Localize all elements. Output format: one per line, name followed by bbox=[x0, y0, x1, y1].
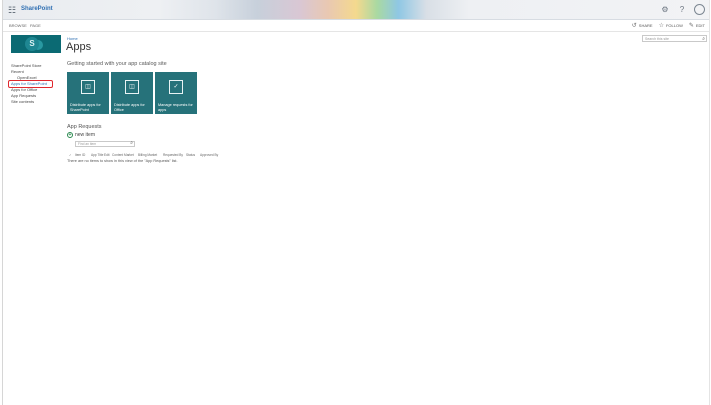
search-icon[interactable]: ⌕ bbox=[702, 36, 705, 42]
search-icon[interactable]: ⌕ bbox=[130, 141, 133, 146]
page-title: Apps bbox=[66, 41, 92, 53]
new-item-button[interactable]: + new item bbox=[67, 132, 95, 138]
waffle-icon[interactable]: ☷ bbox=[8, 5, 16, 16]
sharepoint-logo-icon: S bbox=[25, 37, 39, 51]
edit-icon: ✎ bbox=[688, 23, 694, 29]
clipboard-check-icon: ✓ bbox=[169, 80, 183, 94]
column-item-id[interactable]: Item ID bbox=[75, 153, 91, 157]
tab-page[interactable]: PAGE bbox=[30, 23, 41, 28]
left-nav: SharePoint Store Recent OpenExcel Apps f… bbox=[8, 63, 63, 105]
app-brand-link[interactable]: SharePoint bbox=[21, 6, 53, 12]
plus-icon: + bbox=[67, 132, 73, 138]
new-item-label: new item bbox=[75, 132, 96, 138]
office-app-icon: ◫ bbox=[125, 80, 139, 94]
avatar[interactable] bbox=[694, 4, 705, 15]
column-content-market[interactable]: Content Market bbox=[112, 153, 138, 157]
column-app-title[interactable]: App Title bbox=[91, 153, 104, 157]
site-logo[interactable]: S bbox=[11, 35, 61, 53]
nav-item-site-contents[interactable]: Site contents bbox=[11, 99, 63, 105]
column-billing-market[interactable]: Billing Market bbox=[138, 153, 163, 157]
follow-icon: ☆ bbox=[658, 23, 664, 29]
tile-label: Manage requests for apps bbox=[158, 103, 193, 112]
search-input[interactable]: Search this site ⌕ bbox=[642, 35, 707, 42]
gear-icon[interactable]: ⚙ bbox=[660, 5, 670, 14]
ribbon-actions: ↺ SHARE ☆ FOLLOW ✎ EDIT bbox=[632, 22, 705, 29]
help-icon[interactable]: ? bbox=[677, 5, 687, 14]
tile-distribute-office-apps[interactable]: ◫ Distribute apps for Office bbox=[111, 72, 153, 114]
share-button[interactable]: ↺ SHARE bbox=[632, 22, 653, 29]
find-item-input[interactable]: Find an item ⌕ bbox=[75, 141, 135, 147]
follow-button[interactable]: ☆ FOLLOW bbox=[659, 22, 683, 29]
follow-label: FOLLOW bbox=[665, 23, 683, 28]
getting-started-title: Getting started with your app catalog si… bbox=[67, 61, 167, 67]
column-edit[interactable]: Edit bbox=[104, 153, 112, 157]
sharepoint-app-icon: ◫ bbox=[81, 80, 95, 94]
tile-manage-requests[interactable]: ✓ Manage requests for apps bbox=[155, 72, 197, 114]
suite-bar-right: ⚙ ? bbox=[660, 4, 705, 15]
tile-label: Distribute apps for SharePoint bbox=[70, 103, 101, 112]
tile-distribute-sharepoint-apps[interactable]: ◫ Distribute apps for SharePoint bbox=[67, 72, 109, 114]
tile-label: Distribute apps for Office bbox=[114, 103, 145, 112]
edit-label: EDIT bbox=[695, 23, 705, 28]
tab-browse[interactable]: BROWSE bbox=[9, 23, 27, 28]
share-label: SHARE bbox=[638, 23, 653, 28]
ribbon: BROWSE PAGE ↺ SHARE ☆ FOLLOW ✎ EDIT bbox=[3, 20, 709, 32]
search-placeholder: Search this site bbox=[645, 37, 669, 41]
column-status[interactable]: Status bbox=[186, 153, 200, 157]
find-placeholder: Find an item bbox=[78, 142, 97, 146]
column-approved-by[interactable]: Approved By bbox=[200, 153, 222, 157]
share-icon: ↺ bbox=[631, 23, 637, 29]
suite-bar: ☷ SharePoint ⚙ ? bbox=[3, 0, 709, 20]
empty-list-message: There are no items to show in this view … bbox=[67, 159, 178, 163]
app-requests-title[interactable]: App Requests bbox=[67, 124, 102, 130]
list-column-headers: ✓ Item ID App Title Edit Content Market … bbox=[69, 153, 222, 157]
app-window: ☷ SharePoint ⚙ ? BROWSE PAGE ↺ SHARE ☆ FOL… bbox=[2, 0, 710, 405]
column-requested-by[interactable]: Requested By bbox=[163, 153, 186, 157]
edit-button[interactable]: ✎ EDIT bbox=[689, 22, 705, 29]
